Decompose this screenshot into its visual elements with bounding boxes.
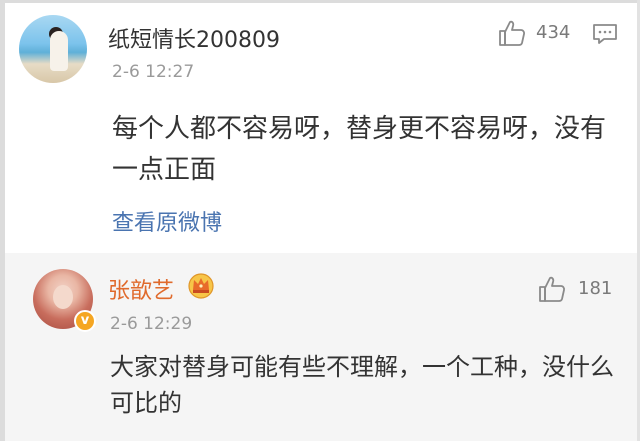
like-count: 181 xyxy=(578,278,613,299)
username[interactable]: 纸短情长200809 xyxy=(108,22,280,54)
crown-icon xyxy=(188,273,214,299)
comment-text: 大家对替身可能有些不理解，一个工种，没什么可比的 xyxy=(110,353,614,417)
username[interactable]: 张歆艺 xyxy=(108,273,174,305)
timestamp: 2-6 12:27 xyxy=(112,62,195,82)
thumbs-up-icon[interactable] xyxy=(537,274,567,304)
avatar-figure xyxy=(50,31,68,71)
thumbs-up-icon[interactable] xyxy=(497,18,527,48)
avatar[interactable] xyxy=(19,15,87,83)
avatar-face xyxy=(53,285,73,309)
comment-text: 每个人都不容易呀，替身更不容易呀，没有一点正面 xyxy=(112,114,607,185)
view-original-link[interactable]: 查看原微博 xyxy=(112,205,222,237)
like-count: 434 xyxy=(536,22,571,43)
verified-badge-icon: v xyxy=(74,310,96,332)
reply-icon[interactable] xyxy=(592,22,618,46)
timestamp: 2-6 12:29 xyxy=(110,314,193,334)
